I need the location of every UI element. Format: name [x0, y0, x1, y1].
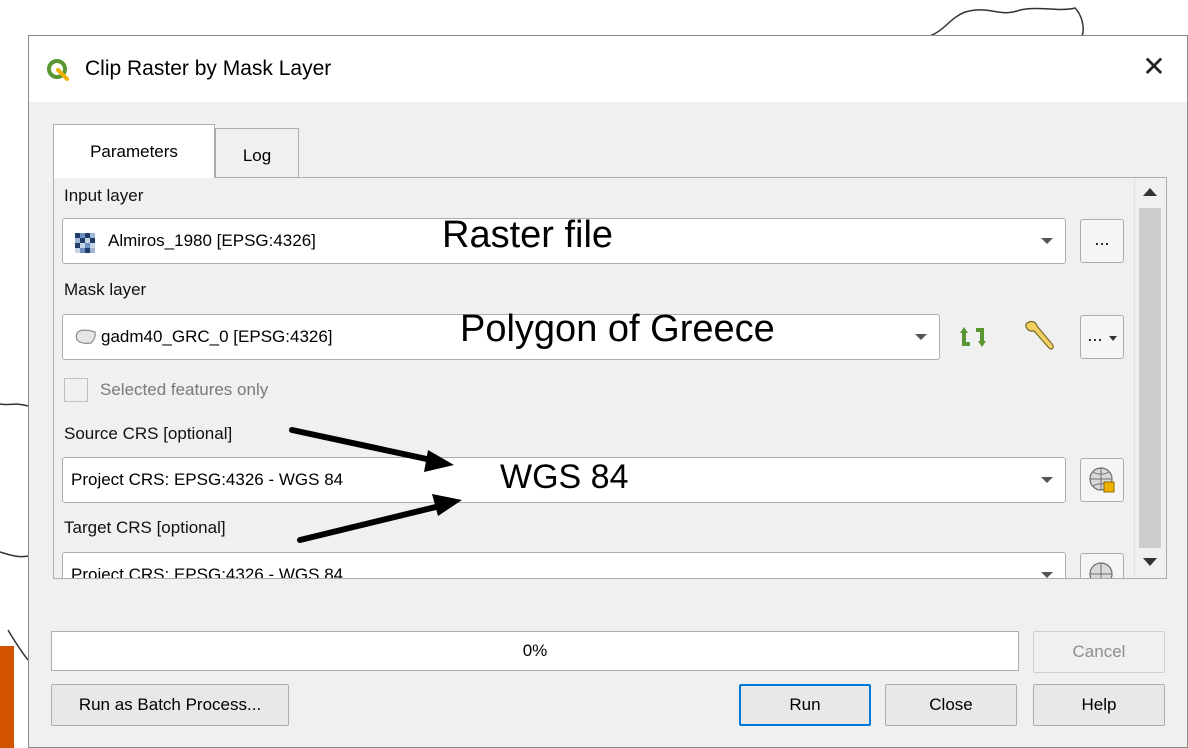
qgis-logo-icon [47, 59, 69, 81]
run-as-batch-button[interactable]: Run as Batch Process... [51, 684, 289, 726]
title-bar: Clip Raster by Mask Layer ✕ [29, 36, 1187, 102]
clip-raster-dialog: Clip Raster by Mask Layer ✕ Parameters L… [28, 35, 1188, 748]
help-button[interactable]: Help [1033, 684, 1165, 726]
background-map-fragment [0, 646, 14, 748]
annotation-arrows [289, 427, 462, 543]
parameters-panel: Input layer Almiros_1980 [EPSG:4326] ...… [53, 177, 1167, 579]
progress-bar: 0% [51, 631, 1019, 671]
scroll-down-icon[interactable] [1143, 558, 1157, 566]
dialog-title: Clip Raster by Mask Layer [85, 57, 332, 80]
parameters-scrollbar[interactable] [1134, 178, 1165, 578]
scrollbar-thumb[interactable] [1139, 208, 1161, 548]
scroll-up-icon[interactable] [1143, 188, 1157, 196]
tab-log[interactable]: Log [215, 128, 299, 178]
close-button[interactable]: Close [885, 684, 1017, 726]
run-button[interactable]: Run [739, 684, 871, 726]
close-icon[interactable]: ✕ [1139, 52, 1169, 82]
tab-parameters[interactable]: Parameters [53, 124, 215, 178]
cancel-button[interactable]: Cancel [1033, 631, 1165, 673]
progress-text: 0% [522, 641, 548, 660]
